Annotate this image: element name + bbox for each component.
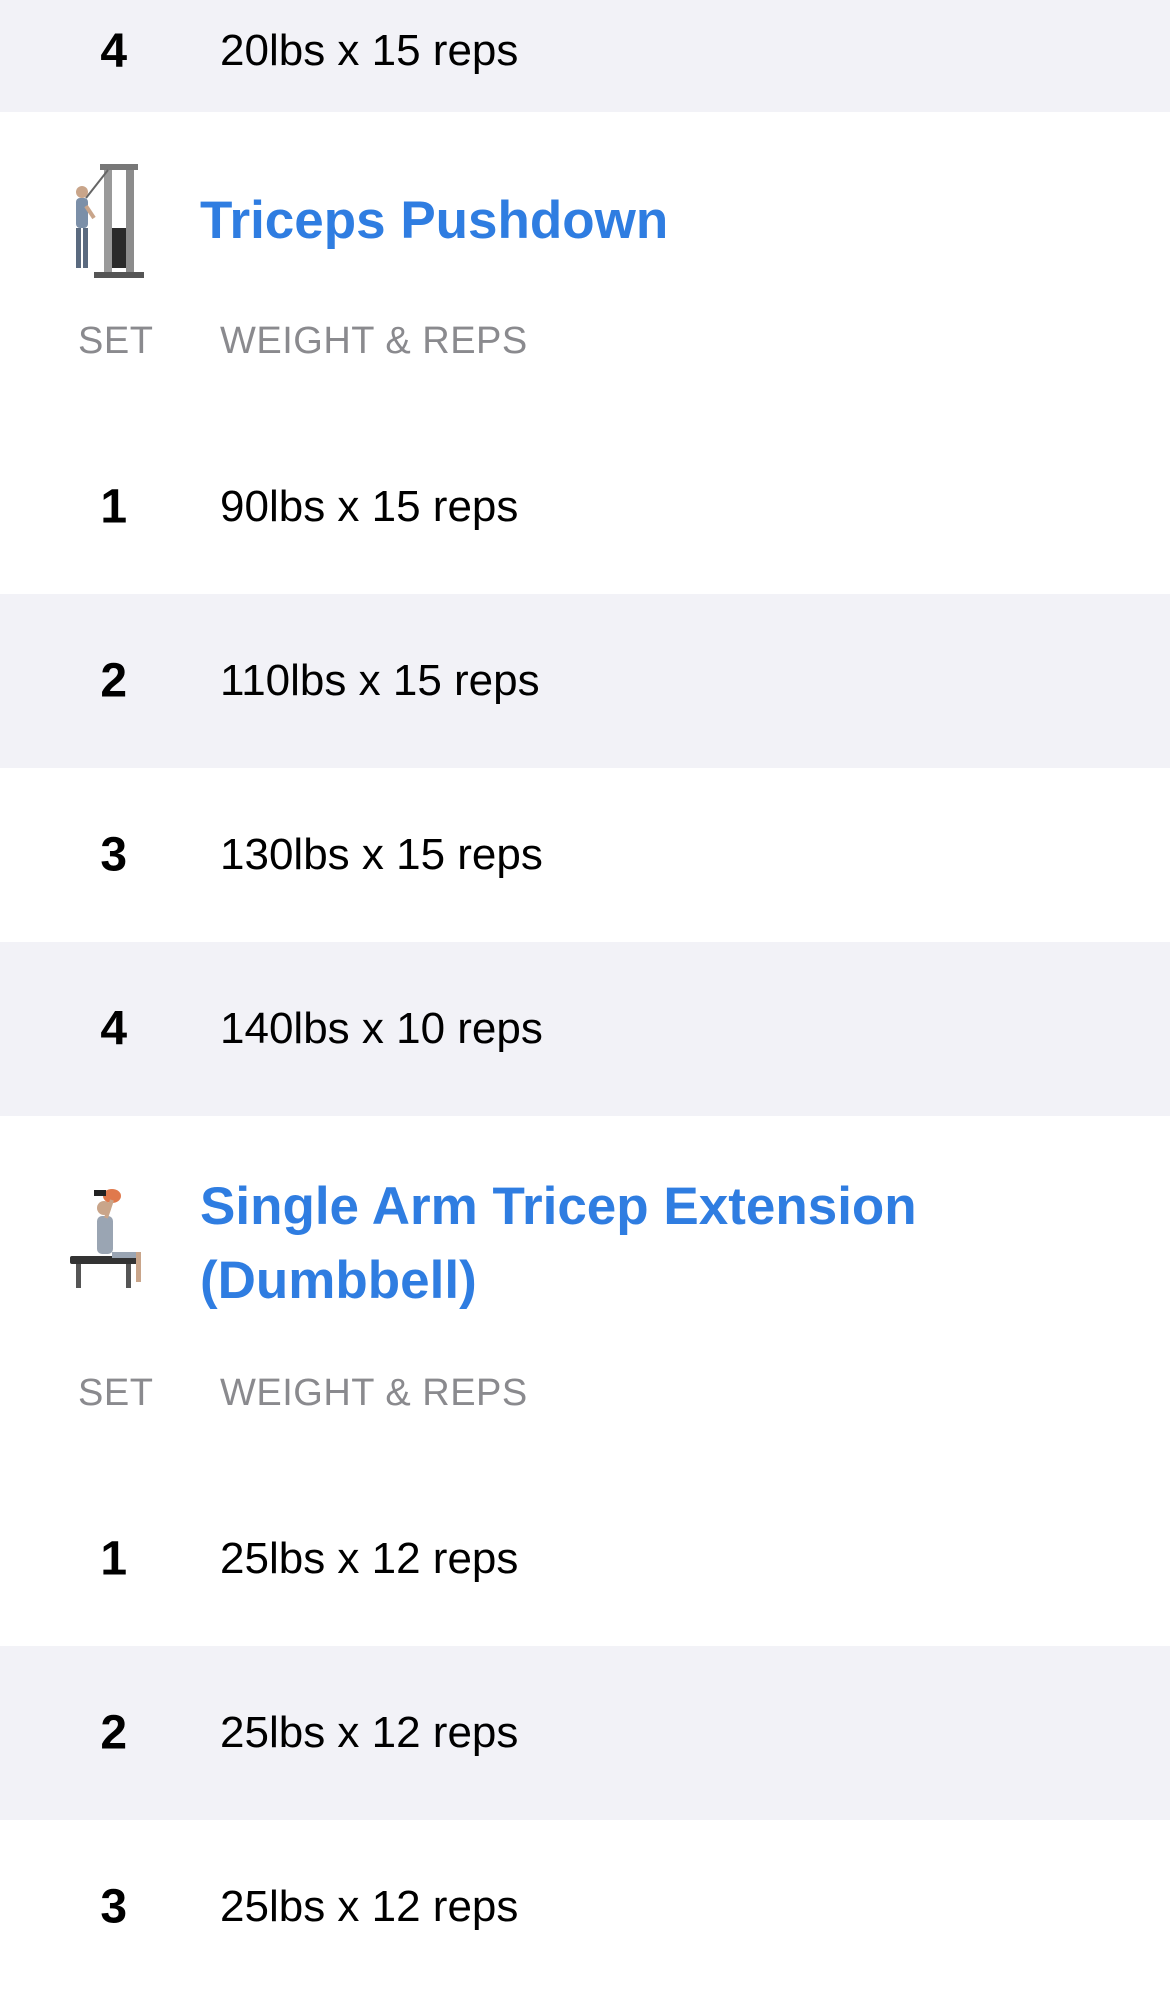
set-weight-reps: 130lbs x 15 reps — [220, 830, 543, 879]
column-headers: SET WEIGHT & REPS — [0, 1372, 1170, 1472]
set-row: 4 20lbs x 15 reps — [0, 0, 1170, 112]
set-number: 1 — [100, 480, 128, 534]
set-number: 3 — [100, 828, 128, 882]
column-headers: SET WEIGHT & REPS — [0, 320, 1170, 420]
set-row: 2 25lbs x 12 reps — [0, 1646, 1170, 1820]
weight-reps-column-header: WEIGHT & REPS — [220, 320, 528, 362]
bench-dumbbell-exercise-icon[interactable] — [64, 1178, 164, 1298]
set-weight-reps: 140lbs x 10 reps — [220, 1004, 543, 1053]
set-row: 3 130lbs x 15 reps — [0, 768, 1170, 942]
set-weight-reps: 90lbs x 15 reps — [220, 482, 519, 531]
set-weight-reps: 20lbs x 15 reps — [220, 26, 519, 75]
set-number: 4 — [100, 25, 128, 78]
set-weight-reps: 110lbs x 15 reps — [220, 656, 540, 705]
set-row: 1 90lbs x 15 reps — [0, 420, 1170, 594]
set-column-header: SET — [78, 320, 154, 362]
set-row: 3 25lbs x 12 reps — [0, 1820, 1170, 1994]
set-weight-reps: 25lbs x 12 reps — [220, 1708, 519, 1757]
set-row: 4 140lbs x 10 reps — [0, 942, 1170, 1116]
workout-detail: 4 20lbs x 15 reps Triceps Pushdown SET W… — [0, 0, 1170, 2002]
exercise-title[interactable]: Triceps Pushdown — [200, 184, 1090, 258]
weight-reps-column-header: WEIGHT & REPS — [220, 1372, 528, 1414]
set-number: 1 — [100, 1532, 128, 1586]
exercise-header[interactable]: Single Arm Tricep Extension (Dumbbell) — [0, 1116, 1170, 1372]
set-column-header: SET — [78, 1372, 154, 1414]
set-number: 2 — [100, 654, 128, 708]
set-number: 4 — [100, 1002, 128, 1056]
exercise-header[interactable]: Triceps Pushdown — [0, 112, 1170, 320]
set-weight-reps: 25lbs x 12 reps — [220, 1534, 519, 1583]
set-row: 2 110lbs x 15 reps — [0, 594, 1170, 768]
set-number: 3 — [100, 1880, 128, 1934]
set-number: 2 — [100, 1706, 128, 1760]
set-weight-reps: 25lbs x 12 reps — [220, 1882, 519, 1931]
set-row: 1 25lbs x 12 reps — [0, 1472, 1170, 1646]
exercise-title[interactable]: Single Arm Tricep Extension (Dumbbell) — [200, 1170, 1090, 1318]
cable-machine-exercise-icon[interactable] — [64, 158, 164, 278]
